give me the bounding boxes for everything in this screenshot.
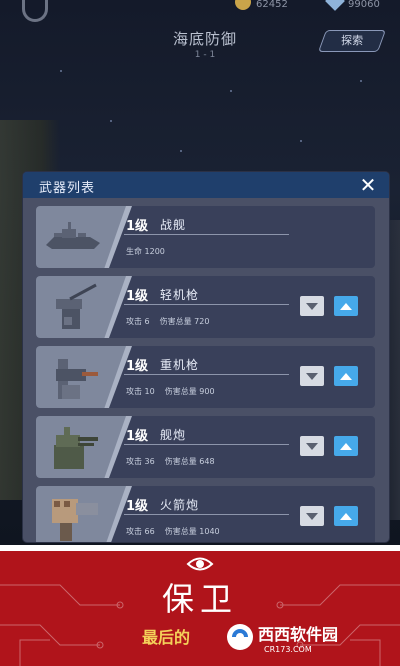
upgrade-button[interactable] [334, 296, 358, 316]
weapon-stats: 攻击 6 伤害总量 720 [126, 317, 210, 326]
modal-title: 武器列表 [39, 181, 96, 196]
weapon-level: 1级 [126, 359, 149, 374]
weapon-list[interactable]: 1级 战舰 生命 1200 1级 轻机枪 攻击 6 伤害总量 720 1级 重机… [23, 198, 389, 542]
weapon-card-light-mg[interactable]: 1级 轻机枪 攻击 6 伤害总量 720 [36, 276, 375, 338]
explore-button[interactable]: 探索 [317, 30, 387, 52]
downgrade-button[interactable] [300, 296, 324, 316]
arrow-up-icon [340, 442, 352, 450]
arrow-down-icon [306, 302, 318, 310]
arrow-down-icon [306, 512, 318, 520]
upgrade-button[interactable] [334, 436, 358, 456]
arrow-up-icon [340, 372, 352, 380]
arrow-up-icon [340, 512, 352, 520]
weapon-level: 1级 [126, 289, 149, 304]
svg-text:CR173.COM: CR173.COM [264, 645, 312, 654]
warship-icon [46, 222, 100, 249]
upgrade-button[interactable] [334, 366, 358, 386]
stage-number: 1 - 1 [194, 50, 216, 60]
upgrade-button[interactable] [334, 506, 358, 526]
weapon-level: 1级 [126, 499, 149, 514]
weapon-name: 战舰 [160, 218, 187, 232]
modal-header: 武器列表 ✕ [23, 172, 389, 198]
arrow-up-icon [340, 302, 352, 310]
weapon-card-heavy-mg[interactable]: 1级 重机枪 攻击 10 伤害总量 900 [36, 346, 375, 408]
banner-subtitle: 最后的 [142, 628, 191, 647]
eye-icon [186, 557, 214, 571]
weapon-list-modal: 武器列表 ✕ 1级 战舰 生命 1200 1级 轻机枪 攻击 6 伤害总量 72… [23, 172, 389, 542]
coin-count: 62452 [256, 0, 288, 10]
light-machine-gun-icon [56, 283, 97, 329]
arrow-down-icon [306, 372, 318, 380]
weapon-name: 重机枪 [160, 358, 200, 372]
downgrade-button[interactable] [300, 436, 324, 456]
weapon-name: 轻机枪 [160, 288, 200, 302]
weapon-level: 1级 [126, 429, 149, 444]
heavy-machine-gun-icon [56, 359, 98, 399]
weapon-name: 火箭炮 [160, 498, 200, 512]
banner-title: 保卫 [161, 580, 238, 618]
close-icon[interactable]: ✕ [357, 174, 379, 196]
weapon-stats: 攻击 66 伤害总量 1040 [126, 527, 220, 536]
stage-title: 海底防御 [172, 30, 237, 48]
site-watermark-logo: 西西软件园 CR173.COM [227, 624, 338, 654]
gem-count: 99060 [348, 0, 380, 10]
svg-text:西西软件园: 西西软件园 [258, 625, 338, 644]
explore-button-label: 探索 [341, 34, 364, 47]
naval-cannon-icon [54, 427, 98, 469]
downgrade-button[interactable] [300, 506, 324, 526]
weapon-name: 舰炮 [160, 428, 187, 442]
weapon-stats: 攻击 10 伤害总量 900 [126, 387, 215, 396]
weapon-card-naval-gun[interactable]: 1级 舰炮 攻击 36 伤害总量 648 [36, 416, 375, 478]
weapon-card-rocket-launcher[interactable]: 1级 火箭炮 攻击 66 伤害总量 1040 [36, 486, 375, 542]
weapon-stats: 攻击 36 伤害总量 648 [126, 457, 215, 466]
weapon-card-warship[interactable]: 1级 战舰 生命 1200 [36, 206, 375, 268]
weapon-level: 1级 [126, 219, 149, 234]
rocket-launcher-icon [52, 499, 98, 541]
arrow-down-icon [306, 442, 318, 450]
weapon-stats: 生命 1200 [126, 247, 165, 256]
downgrade-button[interactable] [300, 366, 324, 386]
